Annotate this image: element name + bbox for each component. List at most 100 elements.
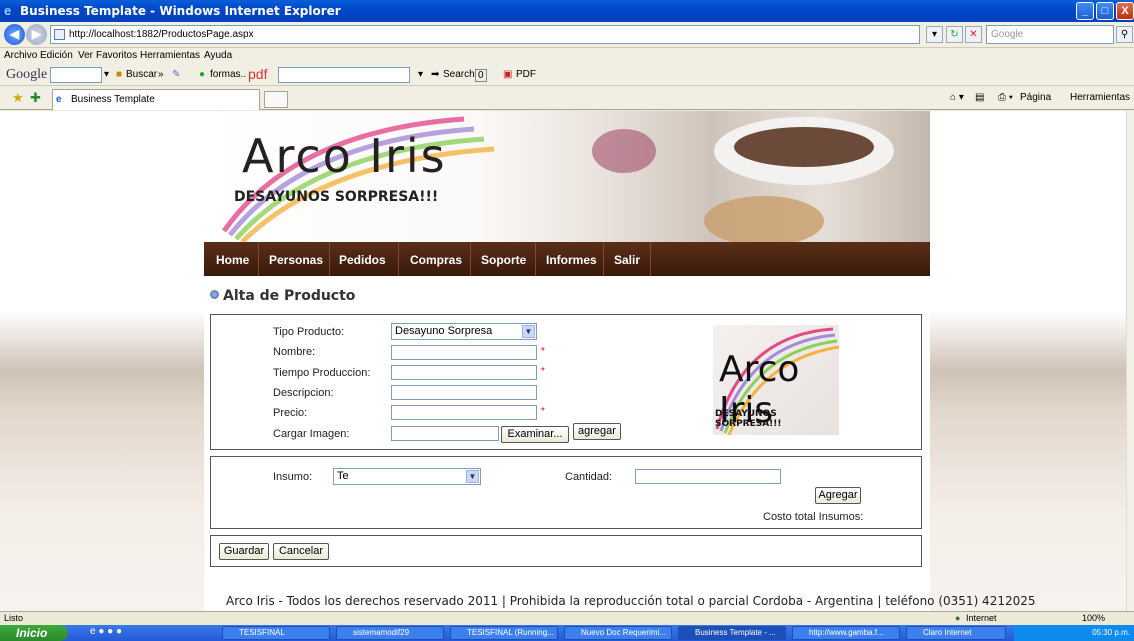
nav-soporte[interactable]: Soporte bbox=[481, 253, 526, 267]
pdf-button[interactable]: PDF bbox=[516, 69, 536, 80]
maximize-button[interactable]: □ bbox=[1096, 2, 1114, 20]
google-dropdown-icon[interactable]: ▾ bbox=[104, 69, 109, 80]
tiempo-required: * bbox=[541, 366, 545, 377]
task-running[interactable]: TESISFINAL (Running... bbox=[450, 626, 558, 640]
menu-ver[interactable]: Ver bbox=[78, 50, 93, 61]
formas-button[interactable]: formas.. bbox=[210, 69, 246, 80]
nav-divider bbox=[329, 242, 330, 276]
menu-ayuda[interactable]: Ayuda bbox=[204, 50, 232, 61]
descripcion-label: Descripcion: bbox=[273, 387, 334, 399]
print-icon[interactable]: ⎙ ▾ bbox=[998, 92, 1013, 103]
go-icon[interactable]: ➡ bbox=[431, 69, 439, 80]
task-tesisfinal[interactable]: TESISFINAL bbox=[222, 626, 330, 640]
nombre-label: Nombre: bbox=[273, 346, 316, 358]
google-search-input[interactable] bbox=[50, 67, 102, 83]
zone-text: Internet bbox=[966, 613, 997, 623]
system-tray: 05:30 p.m. bbox=[1014, 625, 1134, 641]
nav-divider bbox=[535, 242, 536, 276]
imagen-input[interactable] bbox=[391, 426, 499, 441]
url-field[interactable]: http://localhost:1882/ProductosPage.aspx bbox=[50, 25, 920, 44]
descripcion-input[interactable] bbox=[391, 385, 537, 400]
tipo-producto-label: Tipo Producto: bbox=[273, 326, 345, 338]
agregar-insumo-button[interactable]: Agregar bbox=[815, 487, 861, 504]
new-tab-button[interactable] bbox=[264, 91, 288, 108]
nav-home[interactable]: Home bbox=[216, 253, 249, 267]
cantidad-label: Cantidad: bbox=[565, 471, 613, 483]
preview-tagline: DESAYUNOS SORPRESA!!! bbox=[715, 409, 782, 429]
buscar-button[interactable]: Buscar bbox=[126, 69, 157, 80]
product-image-preview: Arco Iris DESAYUNOS SORPRESA!!! bbox=[713, 325, 839, 435]
task-gamba[interactable]: http://www.gamba.f... bbox=[792, 626, 900, 640]
search-icon[interactable]: ⚲ bbox=[1116, 26, 1133, 43]
nav-compras[interactable]: Compras bbox=[410, 253, 462, 267]
imagen-label: Cargar Imagen: bbox=[273, 428, 350, 440]
brand-tagline: DESAYUNOS SORPRESA!!! bbox=[234, 189, 439, 205]
agregar-imagen-button[interactable]: agregar bbox=[573, 423, 621, 440]
herramientas-menu[interactable]: Herramientas bbox=[1070, 92, 1130, 103]
stop-icon[interactable]: ✕ bbox=[965, 26, 982, 43]
nav-personas[interactable]: Personas bbox=[269, 253, 323, 267]
page-viewport: Arco Iris DESAYUNOS SORPRESA!!! Home Per… bbox=[0, 111, 1126, 611]
back-button[interactable]: ◀ bbox=[4, 24, 25, 45]
chevron-down-icon: ▼ bbox=[522, 325, 535, 338]
address-bar-row: ◀ ▶ http://localhost:1882/ProductosPage.… bbox=[0, 22, 1134, 48]
task-sistemamodif[interactable]: sistemamodif29 bbox=[336, 626, 444, 640]
costo-total-label: Costo total Insumos: bbox=[763, 511, 864, 523]
minimize-button[interactable]: _ bbox=[1076, 2, 1094, 20]
wrench-icon[interactable]: ✎ bbox=[172, 69, 180, 80]
add-favorites-icon[interactable]: ✚ bbox=[30, 90, 41, 106]
favorites-star-icon[interactable]: ★ bbox=[12, 90, 24, 106]
zoom-level[interactable]: 100% bbox=[1082, 613, 1105, 623]
tab-ie-icon: e bbox=[56, 94, 62, 105]
pdf-logo: pdf bbox=[248, 66, 268, 82]
menu-herramientas[interactable]: Herramientas bbox=[140, 50, 200, 61]
tipo-producto-select[interactable]: Desayuno Sorpresa ▼ bbox=[391, 323, 537, 340]
task-nuevo-doc[interactable]: Nuevo Doc Requerimi... bbox=[564, 626, 672, 640]
nombre-required: * bbox=[541, 346, 545, 357]
search-input[interactable]: Google bbox=[986, 25, 1114, 44]
google-toolbar: Google ▾ ■ Buscar » ✎ ● formas.. pdf ▾ ➡… bbox=[0, 64, 1134, 86]
guardar-button[interactable]: Guardar bbox=[219, 543, 269, 560]
nav-divider bbox=[470, 242, 471, 276]
examinar-button[interactable]: Examinar... bbox=[501, 426, 569, 443]
insumo-select[interactable]: Te ▼ bbox=[333, 468, 481, 485]
menu-favoritos[interactable]: Favoritos bbox=[96, 50, 137, 61]
pdf-search-input[interactable] bbox=[278, 67, 410, 83]
count-badge[interactable]: 0 bbox=[475, 69, 487, 82]
page-content: Arco Iris DESAYUNOS SORPRESA!!! Home Per… bbox=[204, 111, 1036, 611]
home-icon[interactable]: ⌂ ▾ bbox=[950, 92, 964, 103]
task-claro[interactable]: Claro Internet bbox=[906, 626, 1006, 640]
search-button[interactable]: Search bbox=[443, 69, 475, 80]
nombre-input[interactable] bbox=[391, 345, 537, 360]
windows-taskbar: Inicio e ● ● ● TESISFINAL sistemamodif29… bbox=[0, 625, 1134, 641]
precio-label: Precio: bbox=[273, 407, 308, 419]
tab-business-template[interactable]: e Business Template bbox=[52, 89, 260, 110]
quick-launch-icons[interactable]: e ● ● ● bbox=[90, 626, 122, 637]
cancelar-button[interactable]: Cancelar bbox=[273, 543, 329, 560]
close-button[interactable]: X bbox=[1116, 2, 1134, 20]
address-dropdown-icon[interactable]: ▾ bbox=[926, 26, 943, 43]
nav-salir[interactable]: Salir bbox=[614, 253, 640, 267]
tiempo-input[interactable] bbox=[391, 365, 537, 380]
start-button[interactable]: Inicio bbox=[0, 625, 68, 641]
nav-divider bbox=[603, 242, 604, 276]
more-icon[interactable]: » bbox=[158, 69, 164, 80]
nav-informes[interactable]: Informes bbox=[546, 253, 597, 267]
pagina-menu[interactable]: Página bbox=[1020, 92, 1051, 103]
refresh-icon[interactable]: ↻ bbox=[946, 26, 963, 43]
clock: 05:30 p.m. bbox=[1092, 628, 1130, 637]
menu-bar: Archivo Edición Ver Favoritos Herramient… bbox=[0, 48, 1134, 64]
menu-edicion[interactable]: Edición bbox=[40, 50, 73, 61]
feeds-icon[interactable]: ▤ bbox=[975, 92, 984, 103]
pdf-dropdown-icon[interactable]: ▾ bbox=[418, 69, 423, 80]
task-business-template[interactable]: Business Template - ... bbox=[678, 626, 786, 640]
forward-button[interactable]: ▶ bbox=[26, 24, 47, 45]
cantidad-input[interactable] bbox=[635, 469, 781, 484]
nav-pedidos[interactable]: Pedidos bbox=[339, 253, 386, 267]
menu-archivo[interactable]: Archivo bbox=[4, 50, 37, 61]
buscar-icon: ■ bbox=[116, 69, 123, 80]
precio-input[interactable] bbox=[391, 405, 537, 420]
tab-label: Business Template bbox=[71, 94, 155, 105]
page-icon bbox=[54, 29, 65, 40]
page-scrollbar[interactable] bbox=[1126, 111, 1134, 611]
